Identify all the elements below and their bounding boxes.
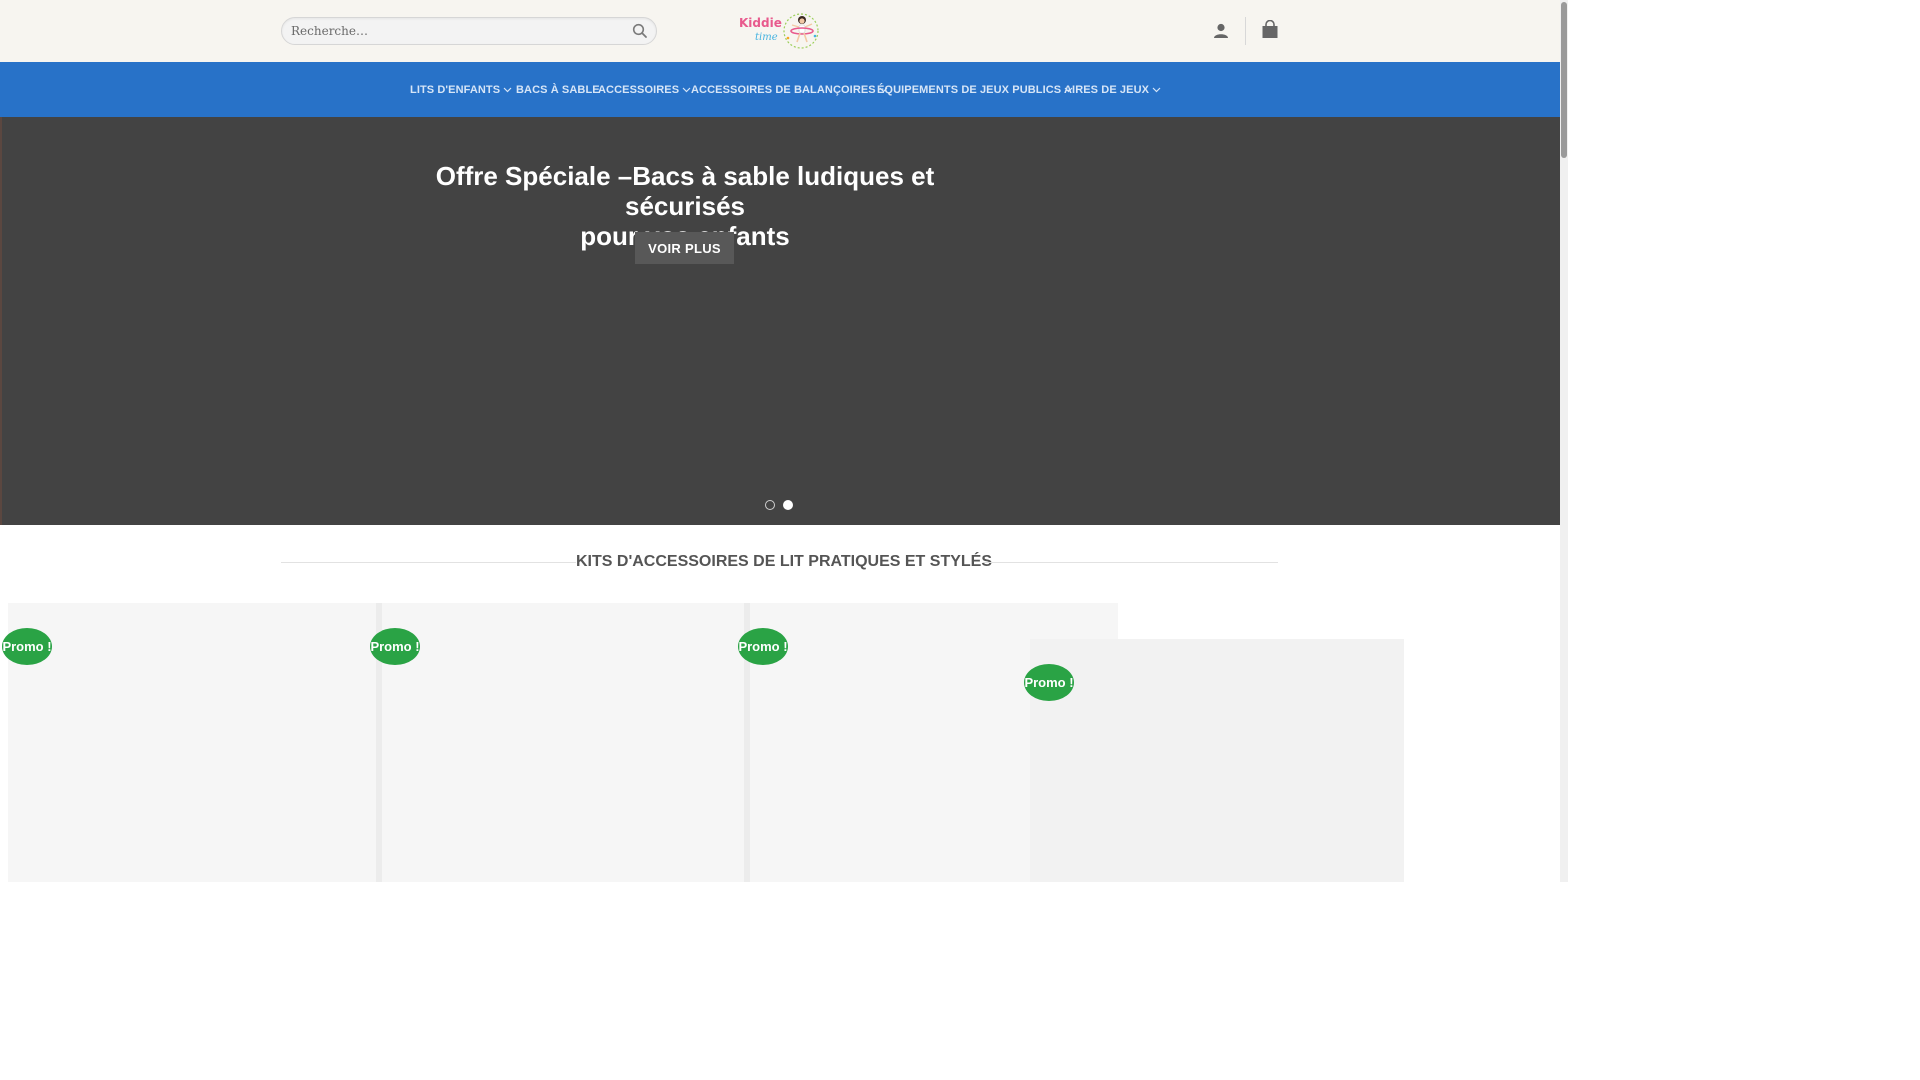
search-input[interactable] [282,18,612,44]
section-divider-left [281,562,576,563]
nav-item-accessoires[interactable]: ACCESSOIRES [598,83,691,97]
search-icon[interactable] [632,23,648,39]
nav-item-accessoires-balancoires[interactable]: ACCESSOIRES DE BALANÇOIRES [691,83,888,97]
top-header: Kiddie time [0,0,1560,62]
product-card[interactable] [382,603,744,882]
cart-icon[interactable] [1260,19,1280,40]
hero-title-line-1: Offre Spéciale –Bacs à sable ludiques et… [435,161,935,221]
nav-item-label: ACCESSOIRES [598,84,680,96]
promo-badge: Promo ! [738,628,788,665]
product-card[interactable] [8,603,376,882]
slider-dot-2[interactable] [783,500,793,510]
nav-item-label: ACCESSOIRES DE BALANÇOIRES [691,84,876,96]
slider-dot-1[interactable] [765,500,775,510]
site-logo[interactable]: Kiddie time [737,11,825,51]
logo-word-time: time [755,32,778,43]
nav-item-label: BACS À SABLE [516,84,600,96]
nav-item-aires-de-jeux[interactable]: AIRES DE JEUX [1064,83,1161,97]
nav-item-label: LITS D'ENFANTS [410,84,501,96]
nav-item-lits-enfants[interactable]: LITS D'ENFANTS [410,83,512,97]
nav-item-equipements-jeux-publics[interactable]: ÉQUIPEMENTS DE JEUX PUBLICS [877,83,1073,97]
main-navigation: LITS D'ENFANTS BACS À SABLE ACCESSOIRES … [0,62,1560,117]
nav-item-label: ÉQUIPEMENTS DE JEUX PUBLICS [877,84,1062,96]
page: Kiddie time LIT [0,0,1568,882]
product-card[interactable] [1030,639,1404,882]
nav-item-bacs-a-sable[interactable]: BACS À SABLE [516,83,600,97]
slider-dots [765,500,793,510]
user-icon[interactable] [1212,22,1230,40]
promo-badge: Promo ! [1024,664,1074,701]
hero-slider: Offre Spéciale –Bacs à sable ludiques et… [0,117,1560,525]
logo-hoop-kid-icon [783,13,819,49]
chevron-down-icon [503,87,512,93]
scrollbar-thumb[interactable] [1561,2,1567,158]
chevron-down-icon [1152,87,1161,93]
section-divider-right [984,562,1278,563]
search-form [281,17,657,45]
logo-word-kiddie: Kiddie [739,16,782,30]
header-divider [1245,17,1246,45]
nav-item-label: AIRES DE JEUX [1064,84,1150,96]
voir-plus-button[interactable]: VOIR PLUS [635,232,734,264]
hero-image-edge [0,117,2,525]
promo-badge: Promo ! [370,628,420,665]
section-title: KITS D'ACCESSOIRES DE LIT PRATIQUES ET S… [576,553,992,570]
chevron-down-icon [682,87,691,93]
promo-badge: Promo ! [2,628,52,665]
